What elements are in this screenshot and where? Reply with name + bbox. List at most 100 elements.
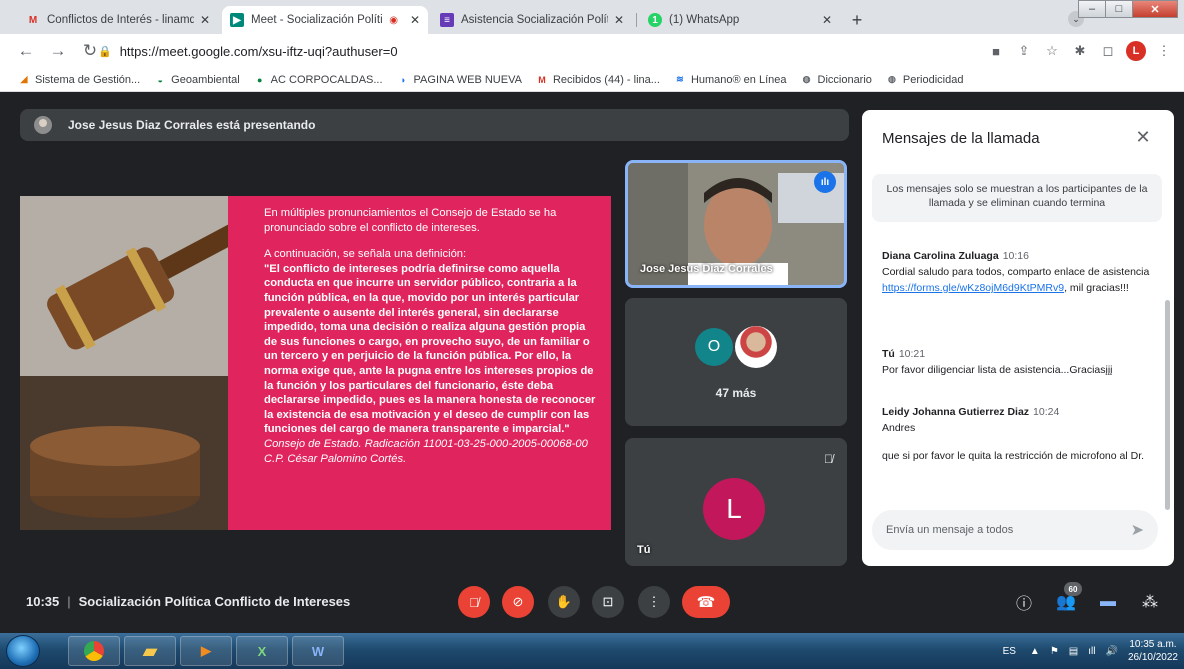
bookmark-ac-corpocaldas[interactable]: ● AC CORPOCALDAS... [254, 74, 383, 86]
forms-icon: ≡ [440, 13, 454, 27]
back-arrow-icon[interactable]: ← [12, 37, 40, 65]
slide-text-panel: En múltiples pronunciamientos el Consejo… [228, 196, 611, 530]
presenting-banner: Jose Jesus Diaz Corrales está presentand… [20, 109, 849, 141]
language-indicator[interactable]: ES [1003, 646, 1016, 657]
flag-icon[interactable]: ⚑ [1050, 646, 1059, 657]
bookmark-diccionario[interactable]: ◍ Diccionario [801, 74, 872, 86]
taskbar-word[interactable]: W [292, 636, 344, 666]
folder-icon: ▰ [143, 640, 157, 661]
profile-avatar[interactable]: L [1126, 41, 1146, 61]
separator: | [67, 594, 71, 609]
bookmark-icon: ◒ [157, 74, 163, 85]
message-time: 10:24 [1033, 406, 1060, 418]
chat-scrollbar[interactable] [1165, 300, 1170, 510]
chevron-up-icon[interactable]: ▲ [1030, 646, 1040, 657]
slide-citation: Consejo de Estado. Radicación 11001-03-2… [264, 437, 588, 465]
send-icon[interactable]: ➤ [1131, 520, 1144, 540]
close-tab-icon[interactable]: ✕ [200, 13, 210, 27]
present-button[interactable]: ⊡ [592, 586, 624, 618]
tab-whatsapp[interactable]: 1 (1) WhatsApp ✕ [640, 6, 840, 34]
clock-time: 10:35 a.m. [1129, 639, 1177, 650]
bookmark-sistema-gestion[interactable]: ◢ Sistema de Gestión... [18, 74, 141, 86]
star-icon[interactable]: ☆ [1042, 39, 1062, 63]
network-icon[interactable]: ▤ [1069, 646, 1078, 657]
self-tile[interactable]: 🎙̸ L Tú [625, 438, 847, 566]
attendance-link[interactable]: https://forms.gle/wKz8ojM6d9KtPMRv9 [882, 282, 1064, 294]
browser-toolbar: ← → ↻ 🔒 https://meet.google.com/xsu-iftz… [0, 34, 1184, 68]
start-button[interactable] [6, 635, 40, 667]
chat-input-box[interactable]: ➤ [872, 510, 1158, 550]
close-window-button[interactable]: ✕ [1132, 0, 1178, 18]
bookmark-recibidos[interactable]: M Recibidos (44) - lina... [536, 74, 660, 86]
chat-panel: Mensajes de la llamada ✕ Los mensajes so… [862, 110, 1174, 566]
message-text: , mil gracias!!! [1064, 282, 1129, 294]
slide-quote: "El conflicto de intereses podría defini… [264, 262, 596, 436]
speaking-indicator-icon: ılı [814, 171, 836, 193]
raise-hand-button[interactable]: ✋ [548, 586, 580, 618]
meet-icon: ▶ [230, 13, 244, 27]
tab-separator [636, 13, 637, 27]
bookmark-periodicidad[interactable]: ◍ Periodicidad [886, 74, 963, 86]
chat-message: Tú 10:21 Por favor diligenciar lista de a… [882, 346, 1157, 378]
recording-dot-icon: ◉ [389, 14, 398, 26]
taskbar-explorer[interactable]: ▰ [124, 636, 176, 666]
message-text: Cordial saludo para todos, comparto enla… [882, 266, 1150, 278]
forward-arrow-icon[interactable]: → [44, 37, 72, 65]
chat-button[interactable]: ▬ [1092, 586, 1124, 618]
minimize-button[interactable]: – [1078, 0, 1106, 18]
chat-message-input[interactable] [886, 524, 1116, 536]
side-panel-icon[interactable]: ◻ [1098, 39, 1118, 63]
activities-button[interactable]: ⁂ [1134, 586, 1166, 618]
message-author: Leidy Johanna Gutierrez Diaz [882, 406, 1030, 418]
bookmark-humano[interactable]: ≋ Humano® en Línea [674, 74, 786, 86]
extensions-puzzle-icon[interactable]: ✱ [1070, 39, 1090, 63]
close-tab-icon[interactable]: ✕ [614, 13, 624, 27]
address-bar[interactable]: 🔒 https://meet.google.com/xsu-iftz-uqi?a… [98, 39, 968, 63]
presenter-avatar [34, 116, 52, 134]
excel-icon: X [257, 643, 267, 659]
windows-taskbar: ▰ ▶ X W ES ▲ ⚑ ▤ ıll 🔊 10:35 a.m. 26/10/… [0, 633, 1184, 669]
tab-forms[interactable]: ≡ Asistencia Socialización Política d ✕ [432, 6, 632, 34]
bookmarks-bar: ◢ Sistema de Gestión... ◒ Geoambiental ● AC… [0, 68, 1184, 92]
message-author: Diana Carolina Zuluaga [882, 250, 999, 262]
taskbar-media-player[interactable]: ▶ [180, 636, 232, 666]
mic-off-icon: 🎙̸ [469, 594, 479, 610]
signal-icon[interactable]: ıll [1088, 646, 1095, 657]
close-tab-icon[interactable]: ✕ [822, 13, 832, 27]
url-text: https://meet.google.com/xsu-iftz-uqi?aut… [119, 43, 398, 59]
meeting-details-button[interactable]: ⓘ [1008, 586, 1040, 618]
tab-meet[interactable]: ▶ Meet - Socialización Política ◉ ✕ [222, 6, 428, 34]
camera-toggle-button[interactable]: ⊘ [502, 586, 534, 618]
camera-off-icon: ⊘ [512, 594, 524, 609]
close-icon[interactable]: ✕ [1130, 124, 1156, 150]
globe-icon: ◍ [802, 74, 811, 84]
volume-icon[interactable]: 🔊 [1105, 646, 1117, 657]
people-button[interactable]: 👥 60 [1050, 582, 1082, 618]
mic-toggle-button[interactable]: 🎙̸ [458, 586, 490, 618]
share-icon[interactable]: ⇪ [1014, 39, 1034, 63]
taskbar-chrome[interactable] [68, 636, 120, 666]
presenter-video-tile[interactable]: ılı Jose Jesus Diaz Corrales [625, 160, 847, 288]
leave-call-button[interactable]: ☎ [682, 586, 730, 618]
window-controls: – □ ✕ [1078, 0, 1178, 18]
message-text: Por favor diligenciar lista de asistenci… [882, 364, 1113, 376]
taskbar-excel[interactable]: X [236, 636, 288, 666]
more-participants-tile[interactable]: O 47 más [625, 298, 847, 426]
lock-icon[interactable]: 🔒 [98, 45, 112, 58]
message-time: 10:16 [1002, 250, 1029, 262]
maximize-button[interactable]: □ [1105, 0, 1133, 18]
bookmark-geoambiental[interactable]: ◒ Geoambiental [154, 74, 239, 86]
meet-control-bar: 10:35 | Socialización Política Conflicto d… [0, 576, 1184, 628]
more-menu-icon[interactable]: ⋮ [1154, 39, 1174, 63]
bookmark-pagina-web[interactable]: ◑ PAGINA WEB NUEVA [397, 74, 522, 86]
system-clock[interactable]: 10:35 a.m. 26/10/2022 [1128, 638, 1178, 664]
slide-intro: En múltiples pronunciamientos el Consejo… [264, 207, 557, 234]
more-options-button[interactable]: ⋮ [638, 586, 670, 618]
more-participants-label: 47 más [715, 386, 757, 400]
participant-avatar: O [695, 328, 733, 366]
new-tab-button[interactable]: + [845, 8, 869, 32]
tab-gmail[interactable]: M Conflictos de Interés - linamdaza ✕ [18, 6, 218, 34]
close-tab-icon[interactable]: ✕ [410, 13, 420, 27]
presenting-text: Jose Jesus Diaz Corrales está presentand… [68, 118, 316, 132]
camera-icon[interactable]: ■ [986, 39, 1006, 63]
